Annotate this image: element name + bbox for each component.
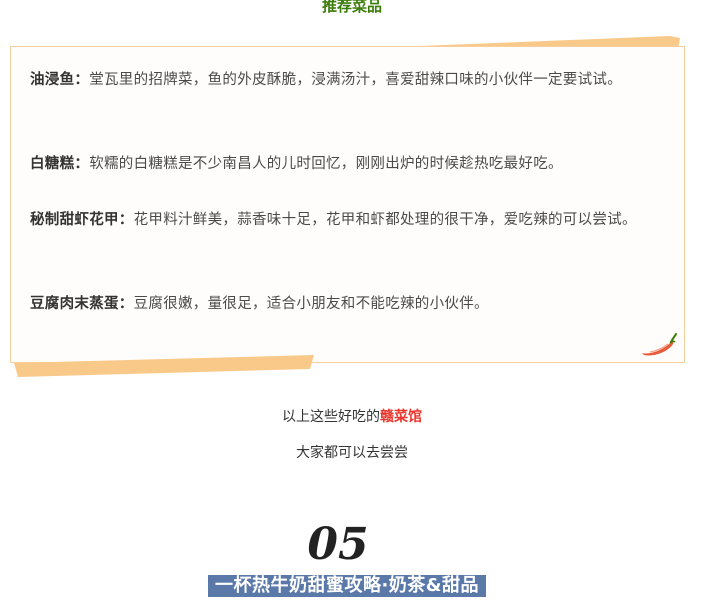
dish-description: 豆腐很嫩，量很足，适合小朋友和不能吃辣的小伙伴。 xyxy=(133,296,489,312)
dish-description: 花甲料汁鲜美，蒜香味十足，花甲和虾都处理的很干净，爱吃辣的可以尝试。 xyxy=(133,212,637,228)
chili-pepper-icon xyxy=(642,333,677,356)
dish-description: 堂瓦里的招牌菜，鱼的外皮酥脆，浸满汤汁，喜爱甜辣口味的小伙伴一定要试试。 xyxy=(89,72,622,88)
summary-line-2: 大家都可以去尝尝 xyxy=(296,445,408,461)
dish-name: 秘制甜虾花甲： xyxy=(30,212,134,228)
dish-name: 豆腐肉末蒸蛋： xyxy=(30,296,134,312)
dish-name: 白糖糕： xyxy=(30,156,90,172)
dish-description: 软糯的白糖糕是不少南昌人的儿时回忆，刚刚出炉的时候趁热吃最好吃。 xyxy=(89,156,563,172)
section-banner: 一杯热牛奶甜蜜攻略·奶茶&甜品 xyxy=(208,575,486,597)
tape-decoration-bottom xyxy=(14,355,314,377)
restaurant-highlight: 赣菜馆 xyxy=(380,409,422,425)
dish-item: 秘制甜虾花甲：花甲料汁鲜美，蒜香味十足，花甲和虾都处理的很干净，爱吃辣的可以尝试… xyxy=(30,206,675,235)
dish-item: 油浸鱼：堂瓦里的招牌菜，鱼的外皮酥脆，浸满汤汁，喜爱甜辣口味的小伙伴一定要试试。 xyxy=(30,66,675,95)
dish-name: 油浸鱼： xyxy=(30,72,90,88)
dish-item: 豆腐肉末蒸蛋：豆腐很嫩，量很足，适合小朋友和不能吃辣的小伙伴。 xyxy=(30,290,675,319)
section-number: 05 xyxy=(307,519,369,570)
section-title: 推荐菜品 xyxy=(321,0,382,15)
dish-item: 白糖糕：软糯的白糖糕是不少南昌人的儿时回忆，刚刚出炉的时候趁热吃最好吃。 xyxy=(30,150,675,179)
summary-line-1: 以上这些好吃的赣菜馆 xyxy=(282,409,422,425)
